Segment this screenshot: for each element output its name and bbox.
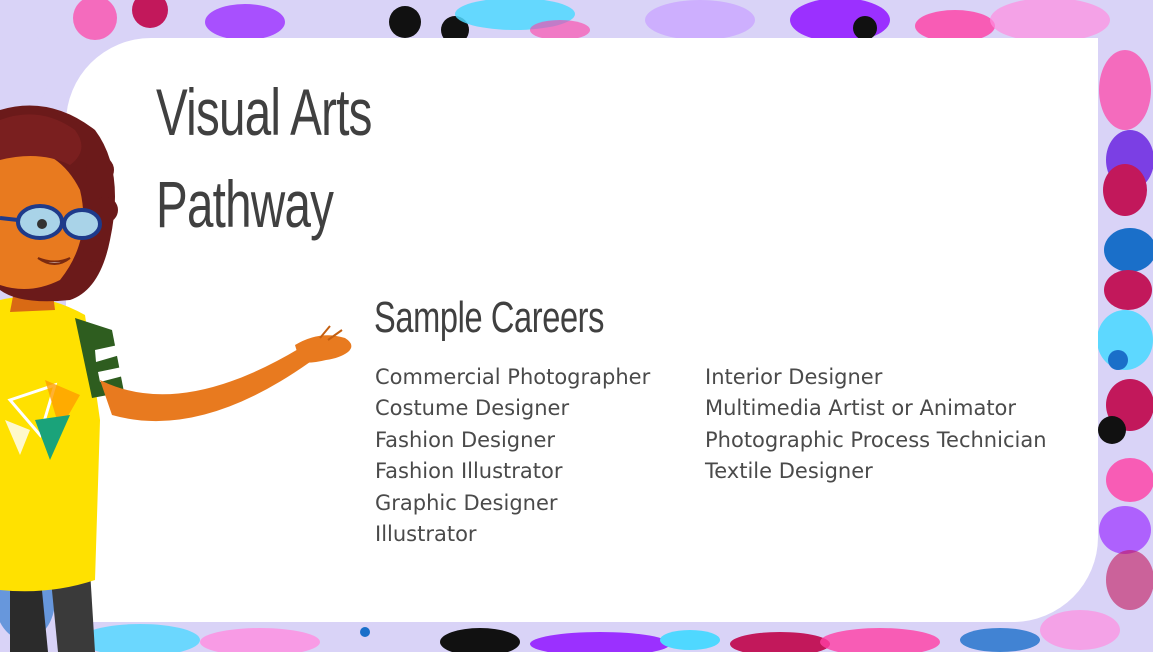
career-item: Graphic Designer xyxy=(375,490,558,515)
career-item: Fashion Designer xyxy=(375,427,555,452)
career-item: Commercial Photographer xyxy=(375,365,651,389)
section-heading: Sample Careers xyxy=(374,293,605,342)
careers-list-right: Interior Designer Multimedia Artist or A… xyxy=(705,362,1047,488)
slide: Visual Arts Pathway Sample Careers Comme… xyxy=(0,0,1153,652)
career-item: Textile Designer xyxy=(705,459,873,484)
career-item: Photographic Process Technician xyxy=(705,427,1047,452)
career-item: Illustrator xyxy=(375,521,477,546)
page-title: Visual Arts Pathway xyxy=(156,66,372,250)
title-line-1: Visual Arts xyxy=(156,75,372,149)
career-item: Fashion Illustrator xyxy=(375,459,563,484)
careers-list-left: Commercial Photographer Costume Designer… xyxy=(375,362,650,550)
title-line-2: Pathway xyxy=(156,167,334,241)
career-item: Multimedia Artist or Animator xyxy=(705,396,1017,421)
career-item: Costume Designer xyxy=(375,396,570,421)
career-item: Interior Designer xyxy=(705,365,883,389)
